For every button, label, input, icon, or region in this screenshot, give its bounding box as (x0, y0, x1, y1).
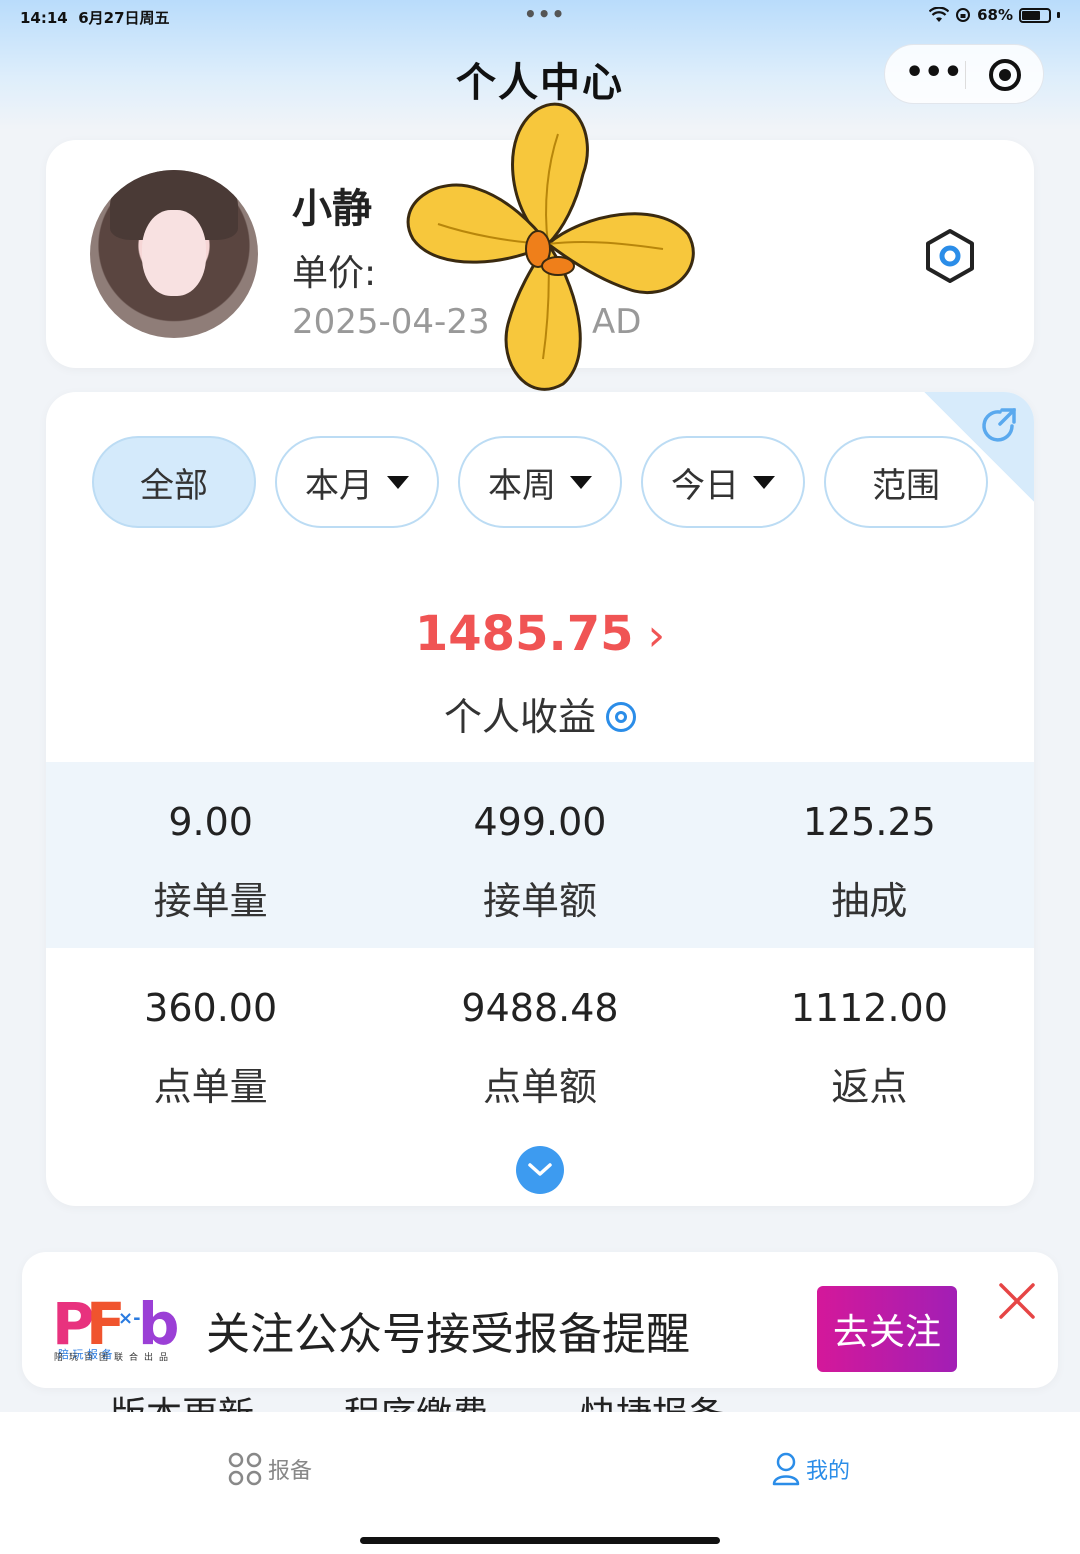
tabbar-label: 我的 (806, 1459, 851, 1484)
tab-label: 全部 (140, 465, 208, 506)
multitask-dots[interactable]: ••• (524, 2, 565, 26)
filter-tabs: 全部 本月 本周 今日 范围 (92, 436, 988, 528)
caret-down-icon (753, 475, 775, 489)
stat-cell: 9488.48 点单额 (375, 948, 704, 1134)
status-bar: 14:14 6月27日周五 ••• 68% (0, 0, 1080, 32)
tab-today[interactable]: 今日 (641, 436, 805, 528)
status-time: 14:14 6月27日周五 (20, 9, 170, 27)
tab-month[interactable]: 本月 (275, 436, 439, 528)
close-miniprogram-button[interactable] (989, 59, 1021, 91)
stat-label: 点单量 (153, 1065, 268, 1109)
income-label: 个人收益 (443, 695, 596, 739)
stat-label: 点单额 (482, 1065, 597, 1109)
miniprogram-capsule: ••• (884, 44, 1044, 104)
grid-icon (228, 1452, 262, 1486)
battery-percent: 68% (977, 6, 1013, 24)
caret-down-icon (570, 475, 592, 489)
tab-label: 范围 (872, 465, 940, 506)
banner-text: 关注公众号接受报备提醒 (206, 1309, 690, 1360)
tab-label: 今日 (671, 465, 739, 506)
tab-all[interactable]: 全部 (92, 436, 256, 528)
home-indicator (360, 1537, 720, 1544)
avatar[interactable] (90, 170, 258, 338)
stat-value: 1112.00 (790, 986, 948, 1030)
stat-cell: 1112.00 返点 (705, 948, 1034, 1134)
flower-sticker (406, 102, 695, 391)
tabbar-label: 报备 (268, 1459, 313, 1484)
stat-value: 9.00 (168, 800, 253, 844)
tabbar-item-report[interactable]: 报备 (228, 1452, 312, 1486)
stat-cell: 125.25 抽成 (705, 762, 1034, 948)
income-value: 1485.75 (414, 606, 634, 662)
stat-value: 9488.48 (461, 986, 619, 1030)
chevron-down-icon (528, 1163, 552, 1176)
stat-label: 返点 (831, 1065, 908, 1109)
profile-name: 小静 (292, 186, 372, 232)
status-indicators: 68% (929, 6, 1060, 24)
tab-label: 本周 (488, 465, 556, 506)
rotation-lock-icon (956, 8, 971, 22)
close-icon[interactable] (998, 1282, 1036, 1320)
bottom-tabbar: 报备 我的 (0, 1412, 1080, 1554)
stat-label: 接单额 (482, 879, 597, 923)
svg-text:b: b (138, 1292, 180, 1358)
logo-tagline: 陪玩百团联合出品 (54, 1353, 175, 1363)
stat-cell: 499.00 接单额 (375, 762, 704, 948)
income-value-link[interactable]: 1485.75 › (46, 606, 1034, 662)
price-label: 单价: (292, 253, 377, 294)
stats-card: 全部 本月 本周 今日 范围 1485.75 › 个人收益 9.00 接单量 49… (46, 392, 1034, 1206)
capsule-divider (965, 61, 966, 89)
follow-banner: P F ×- b 陪·玩·报·备 陪玩百团联合出品 关注公众号接受报备提醒 去关… (22, 1252, 1058, 1388)
stats-row-2: 360.00 点单量 9488.48 点单额 1112.00 返点 (46, 948, 1034, 1134)
wifi-icon (929, 7, 950, 22)
caret-down-icon (387, 475, 409, 489)
income-label-row: 个人收益 (46, 686, 1034, 741)
avatar-face (142, 210, 206, 296)
stat-cell: 9.00 接单量 (46, 762, 375, 948)
stat-value: 499.00 (473, 800, 607, 844)
battery-tip (1057, 12, 1060, 18)
follow-button[interactable]: 去关注 (817, 1286, 957, 1372)
tab-week[interactable]: 本周 (458, 436, 622, 528)
info-icon[interactable] (606, 701, 636, 732)
chevron-right-icon: › (647, 610, 666, 661)
battery-icon (1019, 7, 1051, 23)
stat-label: 抽成 (831, 879, 908, 923)
stat-label: 接单量 (153, 879, 268, 923)
stat-value: 125.25 (802, 800, 936, 844)
tab-range[interactable]: 范围 (824, 436, 988, 528)
battery-fill (1022, 10, 1040, 20)
settings-icon[interactable] (922, 228, 978, 284)
stat-cell: 360.00 点单量 (46, 948, 375, 1134)
expand-button[interactable] (516, 1146, 564, 1194)
stat-value: 360.00 (144, 986, 278, 1030)
stats-row-1: 9.00 接单量 499.00 接单额 125.25 抽成 (46, 762, 1034, 948)
user-icon (772, 1452, 800, 1486)
tabbar-item-mine[interactable]: 我的 (772, 1452, 850, 1486)
tab-label: 本月 (305, 465, 373, 506)
more-button[interactable]: ••• (905, 55, 963, 90)
